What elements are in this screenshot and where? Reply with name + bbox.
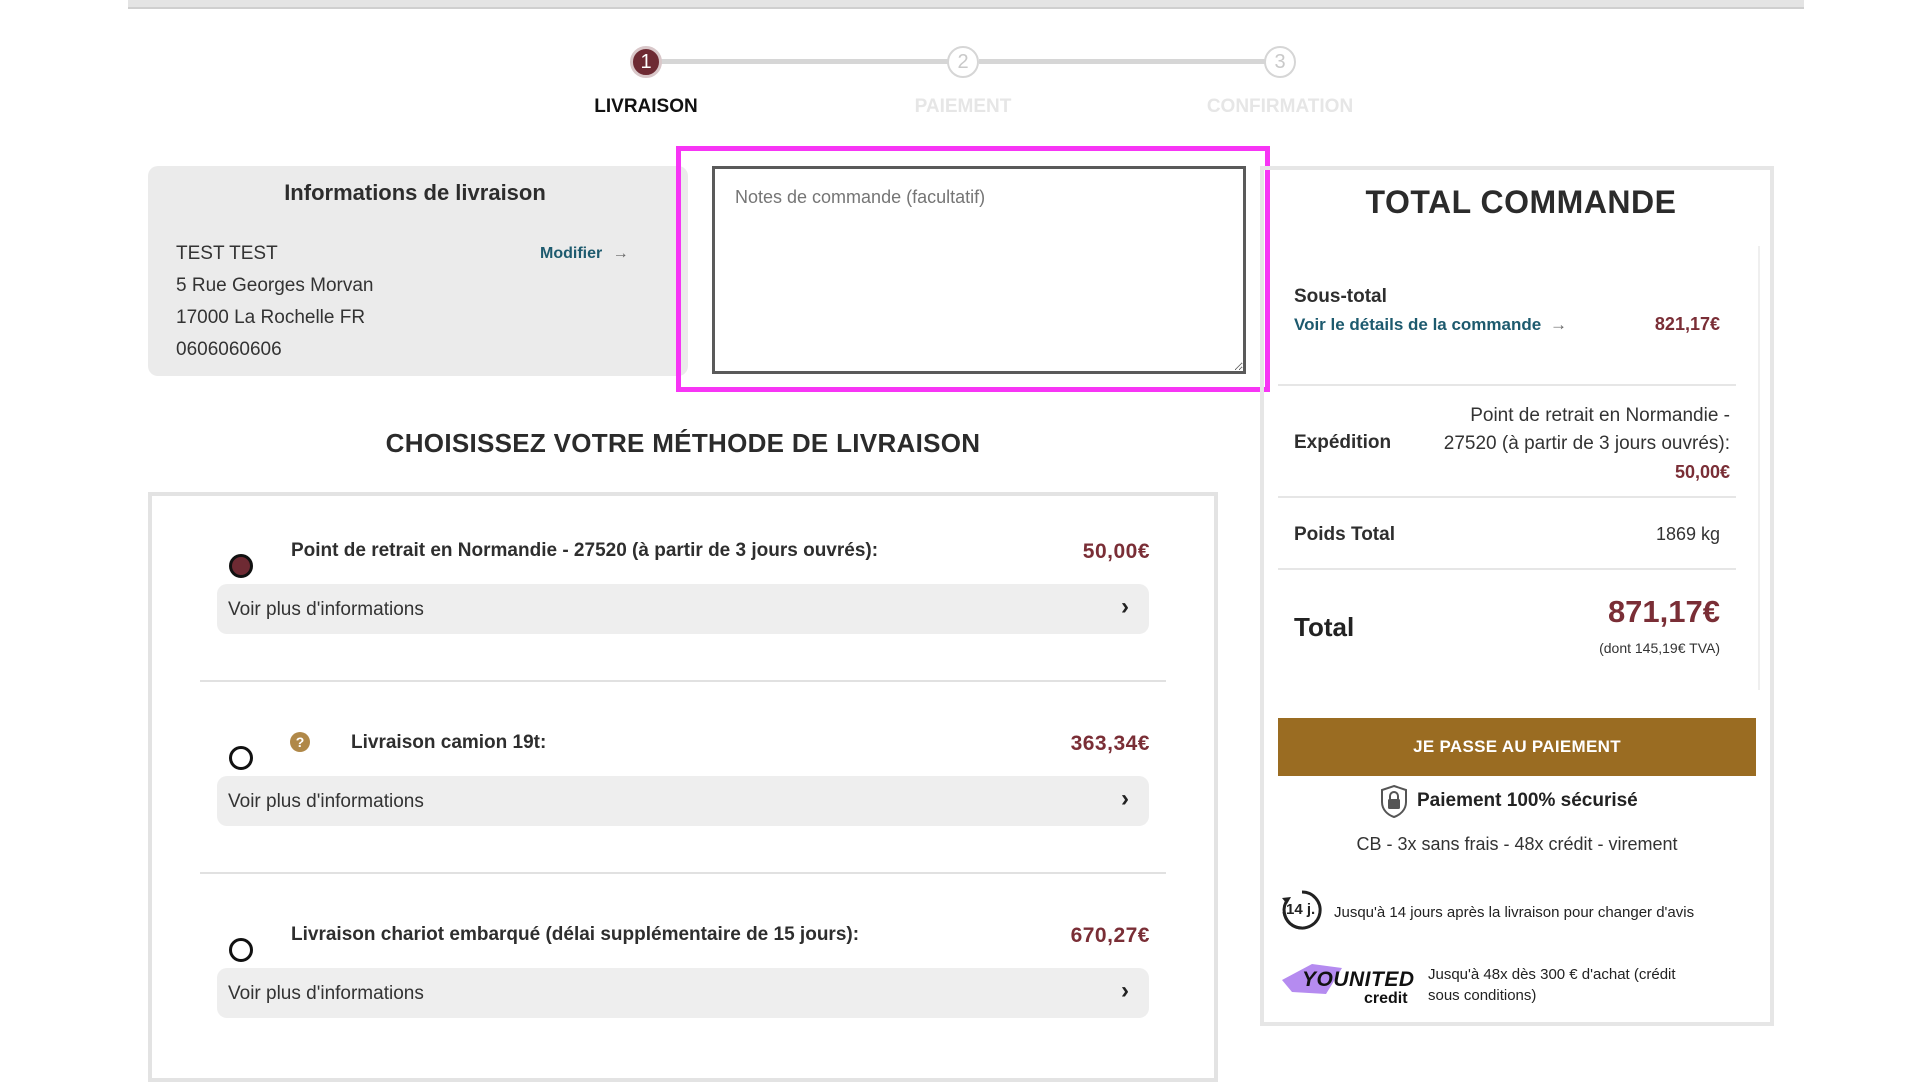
- shipping-radio-pickup[interactable]: [229, 554, 253, 578]
- payment-methods-text: CB - 3x sans frais - 48x crédit - vireme…: [1356, 834, 1678, 854]
- order-total-title: TOTAL COMMANDE: [1365, 184, 1677, 220]
- younited-sub: credit: [1364, 990, 1408, 1007]
- step-connector: [979, 59, 1275, 64]
- subtotal-label: Sous-total: [1294, 286, 1387, 307]
- total-weight-label: Poids Total: [1294, 524, 1395, 545]
- step-2-circle: 2: [947, 46, 979, 78]
- more-info-bar-truck[interactable]: Voir plus d'informations ›: [217, 776, 1149, 826]
- return-policy-text: Jusqu'à 14 jours après la livraison pour…: [1334, 904, 1695, 921]
- step-2-label: PAIEMENT: [914, 96, 1012, 117]
- address-phone: 0606060606: [176, 339, 282, 360]
- edit-address-link[interactable]: Modifier →: [540, 245, 629, 263]
- step-connector: [661, 59, 957, 64]
- shipping-radio-forklift[interactable]: [229, 938, 253, 962]
- arrow-right-icon: →: [1549, 315, 1567, 334]
- shipping-cost-label: Expédition: [1294, 432, 1392, 453]
- shipping-radio-truck[interactable]: [229, 746, 253, 770]
- shipping-desc-line: Point de retrait en Normandie -: [1470, 405, 1730, 426]
- proceed-to-payment-button[interactable]: JE PASSE AU PAIEMENT: [1278, 718, 1756, 776]
- method-divider: [200, 872, 1166, 874]
- shipping-label-truck: Livraison camion 19t:: [351, 732, 547, 753]
- shipping-price-pickup: 50,00€: [1082, 540, 1150, 563]
- delivery-info-title: Informations de livraison: [284, 180, 546, 205]
- edit-link-label: Modifier: [540, 245, 603, 262]
- credit-line: Jusqu'à 48x dès 300 € d'achat (crédit: [1428, 966, 1676, 983]
- lock-icon: [1378, 784, 1410, 823]
- younited-credit-logo: YOUNITED credit: [1282, 962, 1418, 1010]
- chevron-right-icon: ›: [1121, 977, 1129, 1004]
- shipping-price-truck: 363,34€: [1070, 732, 1150, 755]
- shipping-label-pickup: Point de retrait en Normandie - 27520 (à…: [291, 540, 879, 561]
- step-3-circle: 3: [1264, 46, 1296, 78]
- summary-divider: [1278, 568, 1736, 570]
- vat-note: (dont 145,19€ TVA): [1599, 640, 1720, 656]
- step-number: 3: [1274, 50, 1286, 73]
- address-street: 5 Rue Georges Morvan: [176, 275, 374, 296]
- help-icon[interactable]: ?: [290, 732, 310, 752]
- shipping-desc-line: 27520 (à partir de 3 jours ouvrés):: [1443, 433, 1730, 454]
- step-3-label: CONFIRMATION: [1206, 96, 1354, 117]
- subtotal-value: 821,17€: [1654, 314, 1720, 334]
- chevron-right-icon: ›: [1121, 785, 1129, 812]
- top-divider: [128, 0, 1804, 9]
- shipping-cost-description: Point de retrait en Normandie - 27520 (à…: [1420, 402, 1730, 486]
- shipping-price-forklift: 670,27€: [1070, 924, 1150, 947]
- credit-terms-text: Jusqu'à 48x dès 300 € d'achat (crédit so…: [1428, 964, 1676, 1006]
- return-14-days-icon: 14 j.: [1280, 888, 1324, 932]
- method-divider: [200, 680, 1166, 682]
- order-details-link[interactable]: Voir le détails de la commande →: [1294, 315, 1567, 335]
- shipping-cost-value: 50,00€: [1674, 462, 1730, 482]
- total-weight-value: 1869 kg: [1655, 524, 1720, 544]
- more-info-bar-forklift[interactable]: Voir plus d'informations ›: [217, 968, 1149, 1018]
- more-info-bar-pickup[interactable]: Voir plus d'informations ›: [217, 584, 1149, 634]
- summary-divider: [1278, 384, 1736, 386]
- total-value: 871,17€: [1607, 594, 1720, 629]
- return-badge-text: 14 j.: [1286, 901, 1316, 918]
- order-details-label: Voir le détails de la commande: [1294, 315, 1542, 334]
- credit-line: sous conditions): [1428, 987, 1537, 1004]
- chevron-right-icon: ›: [1121, 593, 1129, 620]
- secure-payment-label: Paiement 100% sécurisé: [1417, 790, 1638, 811]
- recipient-name: TEST TEST: [176, 243, 278, 264]
- arrow-right-icon: →: [612, 245, 629, 262]
- more-info-label: Voir plus d'informations: [228, 791, 424, 812]
- step-1-label: LIVRAISON: [594, 96, 698, 117]
- total-label: Total: [1294, 612, 1355, 642]
- address-city: 17000 La Rochelle FR: [176, 307, 366, 328]
- younited-wordmark: YOUNITED: [1302, 968, 1415, 991]
- step-number: 2: [957, 50, 969, 73]
- step-number: 1: [640, 50, 652, 73]
- more-info-label: Voir plus d'informations: [228, 983, 424, 1004]
- shipping-label-forklift: Livraison chariot embarqué (délai supplé…: [291, 924, 860, 945]
- order-notes-textarea[interactable]: [712, 166, 1246, 374]
- more-info-label: Voir plus d'informations: [228, 599, 424, 620]
- summary-divider: [1278, 496, 1736, 498]
- step-1-circle[interactable]: 1: [630, 46, 662, 78]
- shipping-method-title: CHOISISSEZ VOTRE MÉTHODE DE LIVRAISON: [385, 428, 981, 458]
